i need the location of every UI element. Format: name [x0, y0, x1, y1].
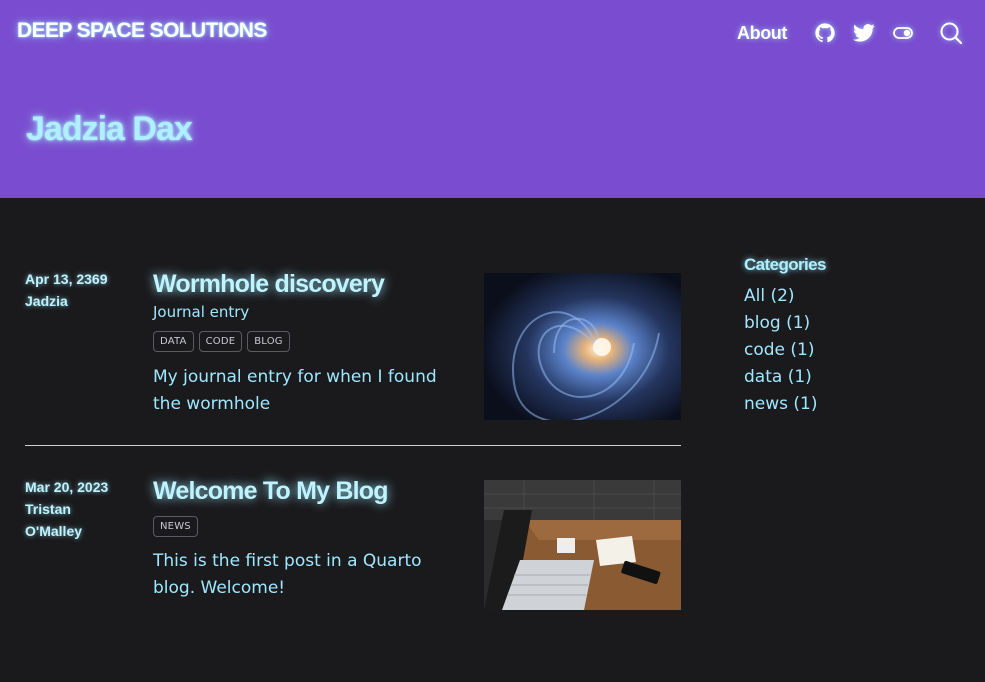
- post-body: Welcome To My Blog NEWS This is the firs…: [153, 477, 453, 602]
- post-author: Jadzia: [25, 293, 68, 309]
- navbar: About: [737, 18, 963, 48]
- category-all[interactable]: All (2): [744, 283, 944, 310]
- laptop-desk-thumbnail[interactable]: [484, 480, 681, 610]
- post-body: Wormhole discovery Journal entry DATA CO…: [153, 270, 453, 418]
- site-brand[interactable]: DEEP SPACE SOLUTIONS: [17, 19, 267, 43]
- list-item[interactable]: Mar 20, 2023 Tristan O'Malley Welcome To…: [25, 475, 681, 625]
- github-icon[interactable]: [813, 21, 837, 45]
- post-author-last: O'Malley: [25, 523, 83, 539]
- post-description: This is the first post in a Quarto blog.…: [153, 551, 422, 598]
- post-tags: NEWS: [153, 516, 453, 537]
- category-code[interactable]: code (1): [744, 337, 944, 364]
- categories-sidebar: Categories All (2) blog (1) code (1) dat…: [744, 255, 944, 418]
- post-date: Apr 13, 2369: [25, 271, 108, 287]
- categories-heading: Categories: [744, 255, 826, 274]
- post-description: My journal entry for when I found the wo…: [153, 367, 437, 414]
- tag-code[interactable]: CODE: [198, 331, 243, 352]
- tag-news[interactable]: NEWS: [153, 516, 198, 537]
- post-author-first: Tristan: [25, 501, 71, 517]
- post-subtitle: Journal entry: [153, 303, 250, 321]
- twitter-icon[interactable]: [852, 21, 876, 45]
- post-meta: Mar 20, 2023 Tristan O'Malley: [25, 476, 135, 542]
- page-title: Jadzia Dax: [26, 110, 193, 148]
- nav-about-link[interactable]: About: [737, 23, 787, 44]
- post-date: Mar 20, 2023: [25, 479, 109, 495]
- tag-data[interactable]: DATA: [153, 331, 194, 352]
- category-data[interactable]: data (1): [744, 364, 944, 391]
- post-tags: DATA CODE BLOG: [153, 331, 453, 352]
- list-item[interactable]: Apr 13, 2369 Jadzia Wormhole discovery J…: [25, 268, 681, 428]
- category-blog[interactable]: blog (1): [744, 310, 944, 337]
- tag-blog[interactable]: BLOG: [247, 331, 290, 352]
- post-meta: Apr 13, 2369 Jadzia: [25, 268, 135, 312]
- toggle-icon[interactable]: [891, 21, 915, 45]
- post-title[interactable]: Welcome To My Blog: [153, 477, 453, 506]
- wormhole-thumbnail[interactable]: [484, 273, 681, 420]
- post-title[interactable]: Wormhole discovery: [153, 270, 453, 299]
- post-divider: [25, 445, 681, 446]
- category-news[interactable]: news (1): [744, 391, 944, 418]
- search-icon[interactable]: [939, 21, 963, 45]
- header-banner: DEEP SPACE SOLUTIONS About Jadzia Dax: [0, 0, 985, 198]
